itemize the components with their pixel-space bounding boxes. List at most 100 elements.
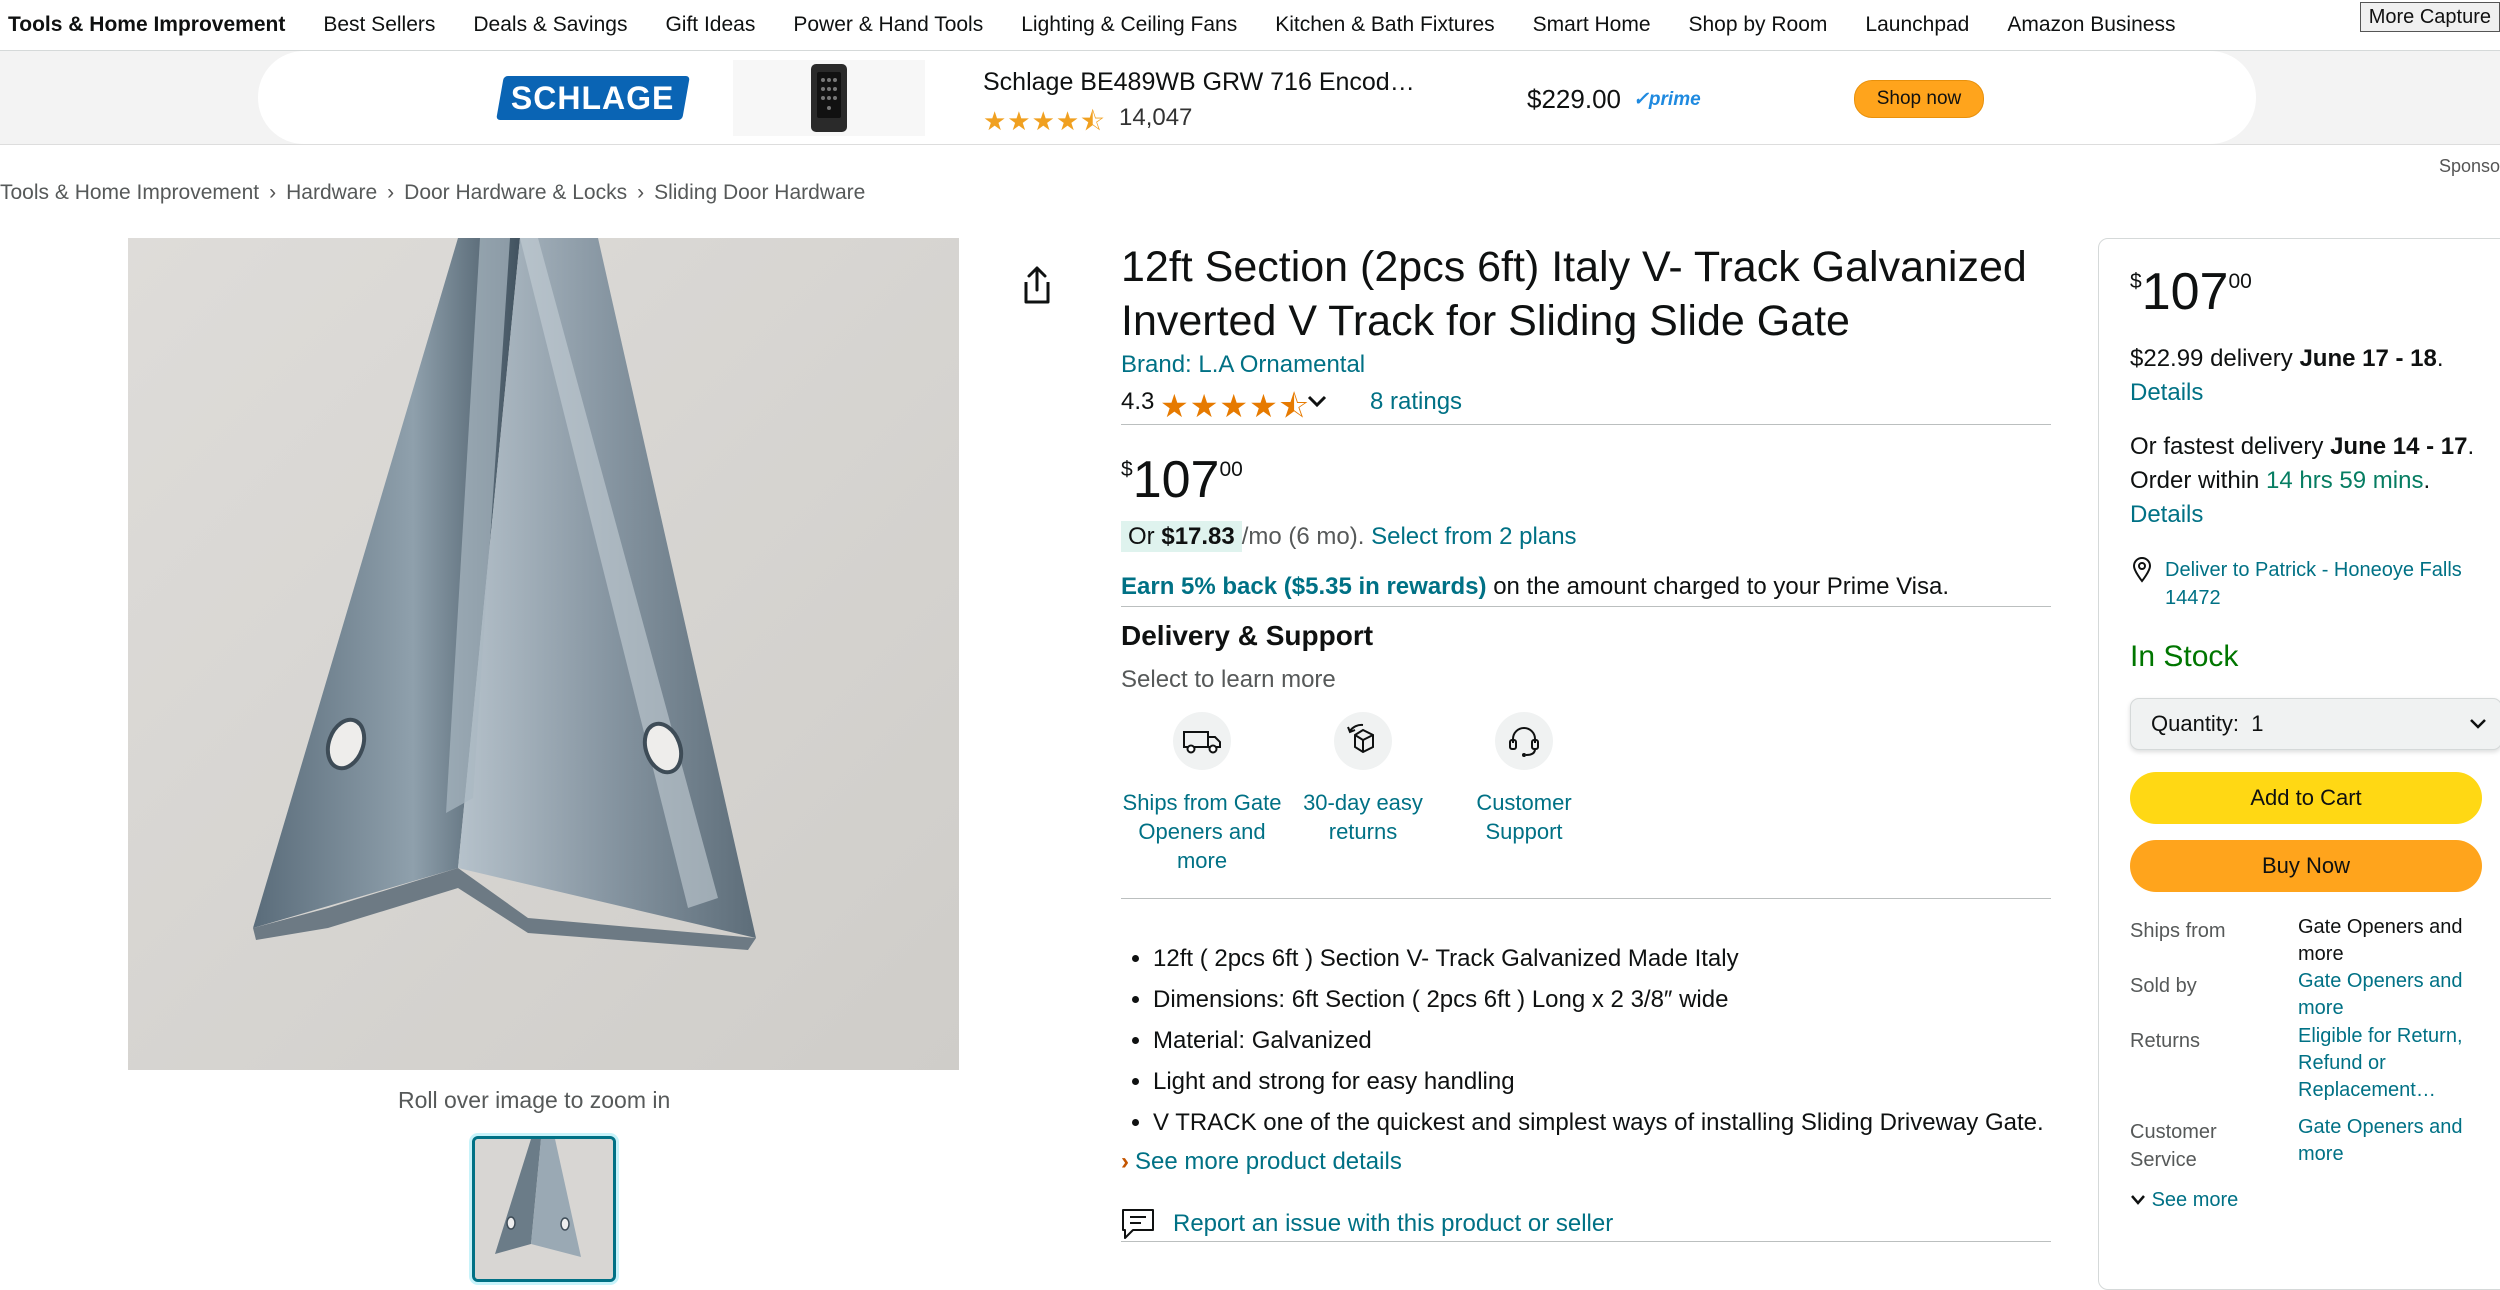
- quantity-value: 1: [2251, 711, 2264, 736]
- feature-bullets: 12ft ( 2pcs 6ft ) Section V- Track Galva…: [1121, 938, 2044, 1143]
- thumbnail-image[interactable]: [472, 1136, 616, 1282]
- see-more-details-label: See more product details: [1135, 1148, 1402, 1175]
- category-nav: Tools & Home Improvement Best Sellers De…: [0, 0, 2500, 51]
- breadcrumb-item-sliding-door-hardware[interactable]: Sliding Door Hardware: [654, 181, 865, 204]
- customer-service-link[interactable]: Gate Openers and more: [2298, 1114, 2498, 1168]
- breadcrumb-separator: ›: [269, 181, 277, 204]
- service-label: 30-day easy returns: [1303, 790, 1423, 844]
- breadcrumb-item-hardware[interactable]: Hardware: [286, 181, 377, 204]
- delivery-info: $22.99 delivery June 17 - 18. Details: [2130, 345, 2444, 406]
- report-issue-link[interactable]: Report an issue with this product or sel…: [1173, 1210, 1613, 1238]
- feature-bullet: Material: Galvanized: [1153, 1020, 2044, 1061]
- nav-item-deals-savings[interactable]: Deals & Savings: [473, 13, 627, 37]
- price-fraction: 00: [2228, 270, 2252, 293]
- service-ships-from[interactable]: Ships from Gate Openers and more: [1122, 712, 1282, 875]
- main-product-image[interactable]: [128, 238, 959, 1070]
- nav-item-power-hand-tools[interactable]: Power & Hand Tools: [793, 13, 983, 37]
- banner-star-rating[interactable]: ★★★★⯪: [983, 103, 1106, 147]
- see-more-product-details-link[interactable]: › See more product details: [1121, 1148, 1402, 1176]
- see-more-label: See more: [2151, 1189, 2239, 1211]
- chevron-down-icon: [2470, 719, 2486, 729]
- breadcrumb-item-tools-home-improvement[interactable]: Tools & Home Improvement: [0, 181, 259, 204]
- order-countdown: 14 hrs 59 mins: [2266, 467, 2424, 494]
- stock-status: In Stock: [2130, 640, 2239, 673]
- installment-suffix: /mo (6 mo).: [1241, 523, 1365, 550]
- service-returns[interactable]: 30-day easy returns: [1283, 712, 1443, 846]
- breadcrumb-item-door-hardware-locks[interactable]: Door Hardware & Locks: [404, 181, 627, 204]
- banner-rating-count[interactable]: 14,047: [1119, 104, 1192, 132]
- deliver-to-link[interactable]: Deliver to Patrick - Honeoye Falls 14472: [2165, 556, 2495, 612]
- v-track-thumbnail: [475, 1139, 613, 1279]
- price-currency: $: [1121, 458, 1133, 481]
- product-title: 12ft Section (2pcs 6ft) Italy V- Track G…: [1121, 243, 2027, 345]
- nav-item-launchpad[interactable]: Launchpad: [1865, 13, 1969, 37]
- installment-prefix: Or: [1128, 523, 1155, 550]
- delivery-support-heading: Delivery & Support: [1121, 620, 1374, 651]
- more-capture-button[interactable]: More Capture: [2359, 2, 2500, 32]
- schlage-logo-text: SCHLAGE: [511, 79, 675, 116]
- feature-bullet: 12ft ( 2pcs 6ft ) Section V- Track Galva…: [1153, 938, 2044, 979]
- see-more-link[interactable]: See more: [2130, 1189, 2238, 1212]
- report-issue-icon[interactable]: [1121, 1208, 1155, 1240]
- headset-icon: [1495, 712, 1553, 770]
- price: $10700: [1121, 450, 1243, 510]
- shop-now-button[interactable]: Shop now: [1854, 80, 1984, 118]
- service-label: Customer Support: [1476, 790, 1572, 844]
- sold-by-label: Sold by: [2130, 975, 2197, 997]
- quantity-label: Quantity:: [2151, 711, 2240, 736]
- share-icon[interactable]: [1020, 265, 1054, 305]
- nav-item-gift-ideas[interactable]: Gift Ideas: [665, 13, 755, 37]
- zoom-hint: Roll over image to zoom in: [398, 1087, 671, 1113]
- add-to-cart-button[interactable]: Add to Cart: [2130, 772, 2482, 824]
- brand-link[interactable]: Brand: L.A Ornamental: [1121, 351, 1365, 379]
- nav-item-lighting-ceiling-fans[interactable]: Lighting & Ceiling Fans: [1021, 13, 1237, 37]
- order-within-label: Order within: [2130, 467, 2260, 494]
- feature-bullet: Light and strong for easy handling: [1153, 1061, 2044, 1102]
- rating-value: 4.3: [1121, 388, 1155, 415]
- keypad-lock-image: [811, 64, 847, 132]
- ratings-count-link[interactable]: 8 ratings: [1370, 388, 1462, 416]
- ships-from-label: Ships from: [2130, 920, 2226, 942]
- fastest-details-link[interactable]: Details: [2130, 501, 2203, 528]
- buybox-price: $10700: [2130, 262, 2252, 322]
- divider: [1121, 1241, 2051, 1242]
- star-rating[interactable]: ★★★★⯪: [1160, 384, 1310, 438]
- installment-highlight: Or $17.83: [1121, 521, 1242, 552]
- delivery-details-link[interactable]: Details: [2130, 379, 2203, 406]
- rewards-offer: Earn 5% back ($5.35 in rewards) on the a…: [1121, 573, 1949, 601]
- installment-offer: Or $17.83/mo (6 mo). Select from 2 plans: [1121, 521, 1577, 552]
- truck-icon: [1173, 712, 1231, 770]
- banner-product-image[interactable]: [733, 60, 925, 136]
- select-plans-link[interactable]: Select from 2 plans: [1371, 523, 1576, 550]
- price-whole: 107: [2141, 263, 2229, 321]
- installment-amount: $17.83: [1161, 523, 1235, 550]
- fastest-dates: June 14 - 17: [2330, 433, 2468, 460]
- banner-price: $229.00: [1527, 84, 1621, 114]
- sold-by-link[interactable]: Gate Openers and more: [2298, 968, 2498, 1022]
- nav-item-kitchen-bath-fixtures[interactable]: Kitchen & Bath Fixtures: [1275, 13, 1494, 37]
- nav-item-shop-by-room[interactable]: Shop by Room: [1689, 13, 1828, 37]
- fastest-prefix: Or fastest delivery: [2130, 433, 2324, 460]
- rewards-text: on the amount charged to your Prime Visa…: [1493, 573, 1949, 600]
- nav-item-tools-home-improvement[interactable]: Tools & Home Improvement: [8, 13, 285, 37]
- returns-link[interactable]: Eligible for Return, Refund or Replaceme…: [2298, 1023, 2498, 1104]
- nav-item-amazon-business[interactable]: Amazon Business: [2007, 13, 2175, 37]
- nav-item-best-sellers[interactable]: Best Sellers: [323, 13, 435, 37]
- breadcrumb: Tools & Home Improvement › Hardware › Door H…: [0, 181, 865, 205]
- chevron-down-icon: [2131, 1195, 2145, 1205]
- service-label: Ships from Gate Openers and more: [1122, 790, 1282, 873]
- price-whole: 107: [1132, 451, 1220, 509]
- v-track-image: [128, 238, 959, 1070]
- nav-item-smart-home[interactable]: Smart Home: [1533, 13, 1651, 37]
- banner-product-title[interactable]: Schlage BE489WB GRW 716 Encod…: [983, 68, 1415, 97]
- buy-now-button[interactable]: Buy Now: [2130, 840, 2482, 892]
- delivery-cost: $22.99 delivery: [2130, 345, 2293, 372]
- prime-badge: ✓prime: [1633, 89, 1701, 110]
- schlage-logo[interactable]: SCHLAGE: [496, 76, 690, 120]
- sponsored-label[interactable]: Sponso: [2439, 156, 2500, 177]
- quantity-select[interactable]: Quantity: 1: [2130, 698, 2500, 750]
- service-customer-support[interactable]: Customer Support: [1444, 712, 1604, 846]
- location-pin-icon: [2132, 557, 2152, 583]
- rewards-link[interactable]: Earn 5% back ($5.35 in rewards): [1121, 573, 1487, 600]
- chevron-down-icon[interactable]: [1306, 393, 1328, 409]
